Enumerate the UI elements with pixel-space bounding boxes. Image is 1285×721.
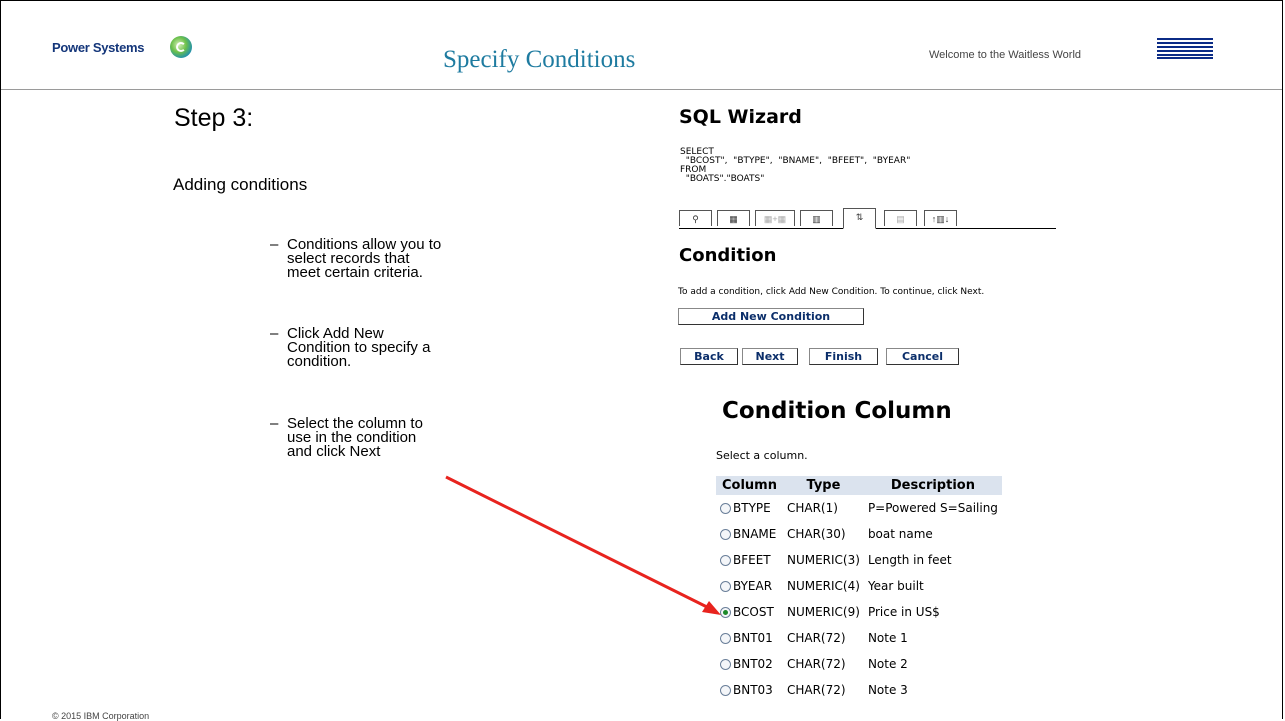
arrow-head-icon xyxy=(702,601,721,615)
annotation-arrow-line xyxy=(445,475,712,611)
annotation-arrow xyxy=(445,475,721,615)
